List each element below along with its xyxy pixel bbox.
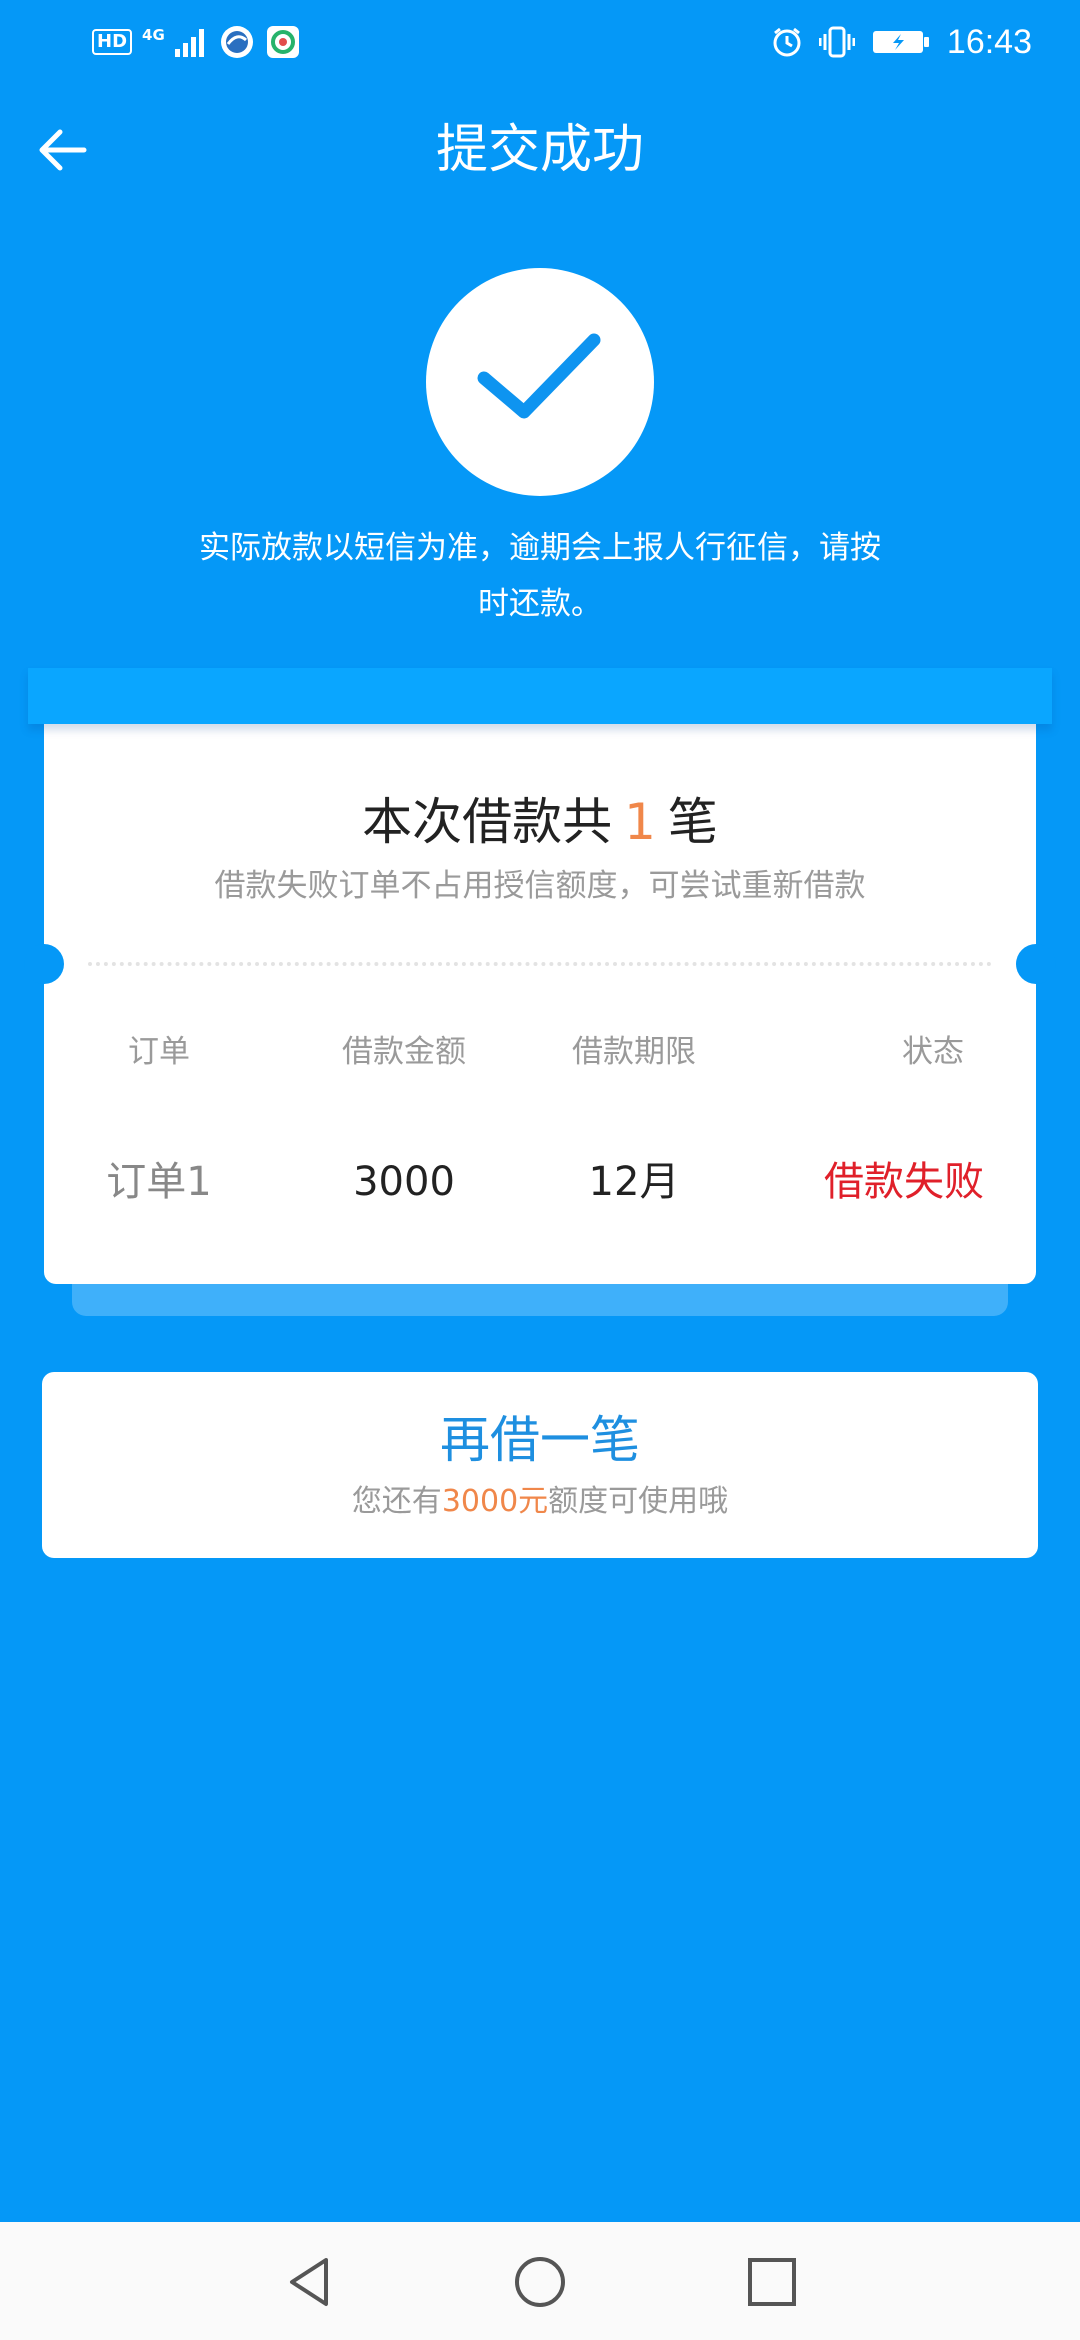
status-bar: HD 4G 16:43 — [0, 0, 1080, 84]
ticket-notch-right — [1016, 944, 1056, 984]
borrow-again-amount: 3000元 — [441, 1484, 549, 1519]
row-order: 订单1 — [106, 1159, 212, 1205]
loan-count-title: 本次借款共 1 笔 — [44, 790, 1036, 854]
loan-count-suffix: 笔 — [667, 793, 718, 851]
triangle-back-icon — [290, 2258, 328, 2306]
header: 提交成功 — [0, 110, 1080, 190]
header-status: 状态 — [902, 1034, 964, 1070]
nav-back-button[interactable] — [282, 2254, 338, 2310]
loan-summary-card: 本次借款共 1 笔 借款失败订单不占用授信额度，可尝试重新借款 订单 借款金额 借款… — [24, 724, 1056, 1284]
battery-charging-icon — [872, 31, 929, 53]
borrow-again-subtitle: 您还有3000元额度可使用哦 — [42, 1482, 1038, 1522]
header-term: 借款期限 — [572, 1034, 696, 1070]
loan-count-subtitle: 借款失败订单不占用授信额度，可尝试重新借款 — [214, 868, 866, 904]
nav-home-button[interactable] — [512, 2254, 568, 2310]
system-nav-bar — [0, 2222, 1080, 2340]
row-status: 借款失败 — [824, 1159, 984, 1205]
row-amount: 3000 — [353, 1159, 455, 1205]
loan-notice: 实际放款以短信为准，逾期会上报人行征信，请按 时还款。 — [160, 520, 920, 632]
borrow-again-sub-prefix: 您还有 — [351, 1484, 442, 1519]
circle-home-icon — [515, 2257, 565, 2307]
network-type: 4G — [142, 26, 165, 44]
success-badge — [426, 268, 654, 496]
page-title: 提交成功 — [435, 120, 644, 180]
screen: HD 4G 16:43 提交成功 实际放款以短信为准，逾期会上报人行征信，请按 … — [0, 0, 1080, 2340]
hd-badge: HD — [92, 29, 133, 55]
borrow-again-sub-suffix: 额度可使用哦 — [548, 1484, 729, 1519]
clock: 16:43 — [946, 23, 1032, 61]
row-term: 12月 — [588, 1159, 680, 1205]
app-notification-icon — [220, 26, 253, 58]
notice-line-2: 时还款。 — [478, 586, 602, 622]
status-right: 16:43 — [771, 22, 1032, 62]
signal-icon — [174, 29, 204, 57]
status-left: HD 4G — [92, 22, 301, 62]
loan-count-prefix: 本次借款共 — [362, 793, 613, 851]
header-order: 订单 — [128, 1034, 190, 1070]
ticket-notch-left — [24, 944, 64, 984]
checkmark-icon — [477, 333, 601, 419]
nav-recent-button[interactable] — [744, 2254, 800, 2310]
ticket-printer-slot — [28, 668, 1052, 724]
loan-count-number: 1 — [624, 793, 656, 851]
alarm-icon — [773, 27, 801, 57]
borrow-again-title: 再借一笔 — [440, 1411, 640, 1469]
vibrate-icon — [818, 26, 855, 58]
notice-line-1: 实际放款以短信为准，逾期会上报人行征信，请按 — [199, 530, 881, 566]
ticket-divider — [88, 962, 992, 966]
app-notification-icon-2 — [266, 26, 299, 58]
borrow-again-button[interactable]: 再借一笔 您还有3000元额度可使用哦 — [42, 1372, 1038, 1558]
square-recent-icon — [748, 2258, 796, 2306]
header-amount: 借款金额 — [342, 1034, 466, 1070]
